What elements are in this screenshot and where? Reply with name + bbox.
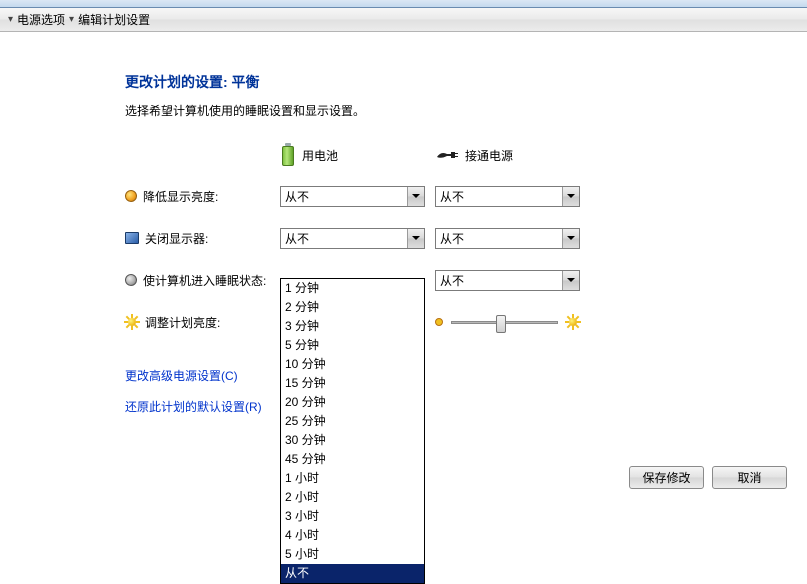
select-value: 从不 bbox=[285, 188, 309, 205]
row-turn-off-display: 关闭显示器: 从不 从不 bbox=[125, 227, 807, 249]
sleep-plugged-select[interactable]: 从不 bbox=[435, 270, 580, 291]
row-dim-display: 降低显示亮度: 从不 从不 bbox=[125, 185, 807, 207]
column-label: 用电池 bbox=[302, 147, 338, 164]
brightness-plugged-slider[interactable] bbox=[435, 315, 580, 329]
advanced-settings-link[interactable]: 更改高级电源设置(C) bbox=[125, 367, 807, 384]
select-value: 从不 bbox=[440, 188, 464, 205]
slider-track[interactable] bbox=[451, 321, 558, 324]
page-title: 更改计划的设置: 平衡 bbox=[125, 72, 807, 92]
column-header-plugged: 接通电源 bbox=[435, 143, 590, 167]
breadcrumb-item-edit-plan[interactable]: 编辑计划设置 bbox=[78, 11, 150, 28]
sun-large-icon bbox=[566, 315, 580, 329]
select-value: 从不 bbox=[440, 230, 464, 247]
column-header-battery: 用电池 bbox=[280, 143, 435, 167]
slider-thumb[interactable] bbox=[496, 315, 506, 333]
dropdown-option[interactable]: 45 分钟 bbox=[281, 450, 424, 469]
select-value: 从不 bbox=[440, 272, 464, 289]
chevron-down-icon[interactable]: ▾ bbox=[8, 14, 13, 25]
column-label: 接通电源 bbox=[465, 147, 513, 164]
dropdown-option[interactable]: 1 小时 bbox=[281, 469, 424, 488]
chevron-down-icon bbox=[562, 271, 579, 290]
dropdown-option[interactable]: 30 分钟 bbox=[281, 431, 424, 450]
dim-plugged-select[interactable]: 从不 bbox=[435, 186, 580, 207]
dropdown-option[interactable]: 2 分钟 bbox=[281, 298, 424, 317]
links: 更改高级电源设置(C) 还原此计划的默认设置(R) bbox=[125, 367, 807, 415]
display-off-battery-dropdown[interactable]: 1 分钟2 分钟3 分钟5 分钟10 分钟15 分钟20 分钟25 分钟30 分… bbox=[280, 278, 425, 584]
dropdown-option[interactable]: 20 分钟 bbox=[281, 393, 424, 412]
chevron-down-icon bbox=[407, 229, 424, 248]
sun-icon bbox=[125, 315, 139, 329]
save-button[interactable]: 保存修改 bbox=[629, 466, 704, 489]
dropdown-option[interactable]: 3 小时 bbox=[281, 507, 424, 526]
monitor-icon bbox=[125, 232, 139, 244]
row-label-text: 关闭显示器: bbox=[145, 230, 208, 247]
dropdown-option[interactable]: 5 分钟 bbox=[281, 336, 424, 355]
chevron-down-icon bbox=[562, 187, 579, 206]
row-plan-brightness: 调整计划亮度: bbox=[125, 311, 807, 333]
moon-icon bbox=[125, 274, 137, 286]
dropdown-option[interactable]: 25 分钟 bbox=[281, 412, 424, 431]
window-titlebar bbox=[0, 0, 807, 8]
dropdown-option[interactable]: 1 分钟 bbox=[281, 279, 424, 298]
row-label-text: 使计算机进入睡眠状态: bbox=[143, 272, 266, 289]
dropdown-option[interactable]: 5 小时 bbox=[281, 545, 424, 564]
breadcrumb-item-power-options[interactable]: 电源选项 bbox=[17, 11, 65, 28]
display-off-battery-select[interactable]: 从不 bbox=[280, 228, 425, 249]
dim-icon bbox=[125, 190, 137, 202]
dim-battery-select[interactable]: 从不 bbox=[280, 186, 425, 207]
dialog-buttons: 保存修改 取消 bbox=[629, 466, 787, 489]
dropdown-option[interactable]: 4 小时 bbox=[281, 526, 424, 545]
dropdown-option[interactable]: 15 分钟 bbox=[281, 374, 424, 393]
plug-icon bbox=[435, 149, 459, 161]
cancel-button[interactable]: 取消 bbox=[712, 466, 787, 489]
row-label-text: 调整计划亮度: bbox=[145, 314, 220, 331]
row-sleep: 使计算机进入睡眠状态: 从不 bbox=[125, 269, 807, 291]
sun-small-icon bbox=[435, 318, 443, 326]
restore-defaults-link[interactable]: 还原此计划的默认设置(R) bbox=[125, 398, 807, 415]
dropdown-option[interactable]: 从不 bbox=[281, 564, 424, 583]
chevron-down-icon bbox=[407, 187, 424, 206]
chevron-down-icon[interactable]: ▾ bbox=[69, 14, 74, 25]
page-subtext: 选择希望计算机使用的睡眠设置和显示设置。 bbox=[125, 102, 807, 119]
dropdown-option[interactable]: 10 分钟 bbox=[281, 355, 424, 374]
display-off-plugged-select[interactable]: 从不 bbox=[435, 228, 580, 249]
select-value: 从不 bbox=[285, 230, 309, 247]
chevron-down-icon bbox=[562, 229, 579, 248]
dropdown-option[interactable]: 3 分钟 bbox=[281, 317, 424, 336]
battery-icon bbox=[280, 143, 296, 167]
breadcrumb: ▾ 电源选项 ▾ 编辑计划设置 bbox=[0, 8, 807, 32]
column-headers: 用电池 接通电源 bbox=[125, 143, 807, 167]
row-label-text: 降低显示亮度: bbox=[143, 188, 218, 205]
dropdown-option[interactable]: 2 小时 bbox=[281, 488, 424, 507]
